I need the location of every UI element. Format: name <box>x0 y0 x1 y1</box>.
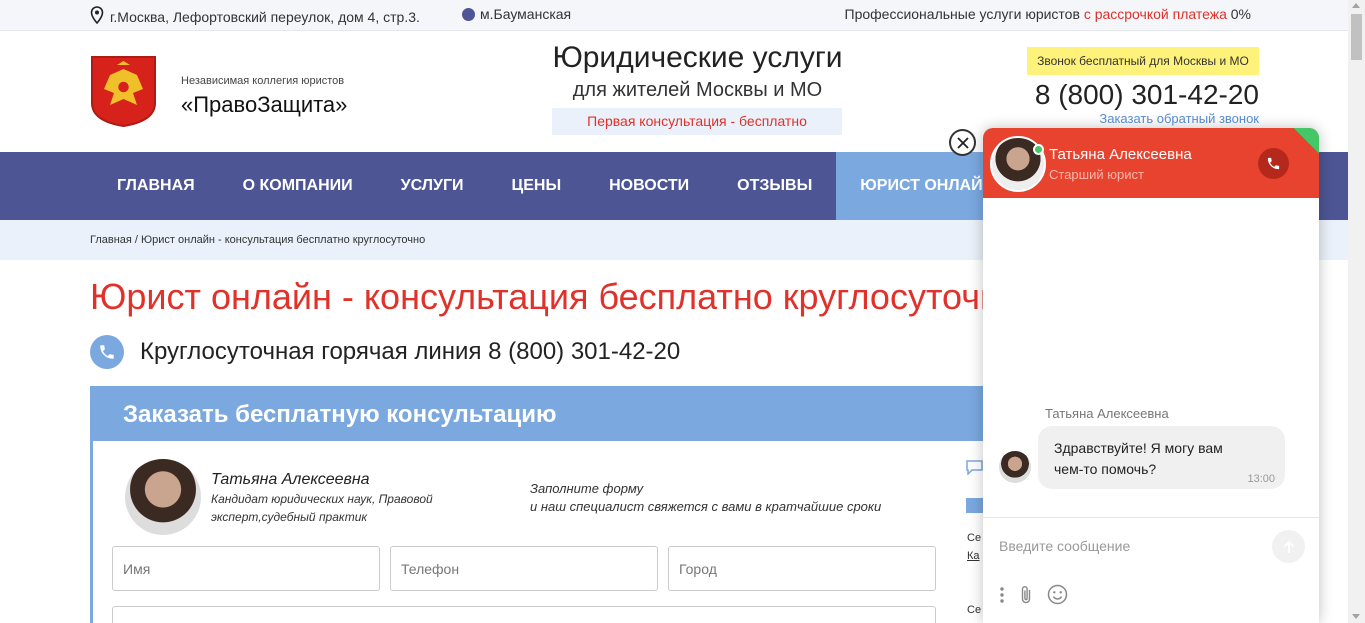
scroll-up-icon[interactable] <box>1352 3 1360 8</box>
attach-icon[interactable] <box>1019 585 1033 610</box>
page-title: Юрист онлайн - консультация бесплатно кр… <box>90 276 1020 317</box>
page-scrollbar[interactable] <box>1348 0 1365 623</box>
address: г.Москва, Лефортовский переулок, дом 4, … <box>90 6 420 27</box>
name-field[interactable]: Имя <box>112 546 380 591</box>
message-text: Здравствуйте! Я могу вам чем-то помочь? <box>1054 440 1223 477</box>
lawyer-name: Татьяна Алексеевна <box>211 471 370 488</box>
side-text-1: Се <box>967 532 982 544</box>
chat-toolbar <box>999 584 1068 610</box>
free-call-badge: Звонок бесплатный для Москвы и МО <box>1027 47 1259 75</box>
header-subtitle: для жителей Москвы и МО <box>572 79 823 101</box>
header-title: Юридические услуги <box>552 41 843 74</box>
form-heading: Заказать бесплатную консультацию <box>93 389 987 441</box>
call-icon <box>1267 157 1280 170</box>
chat-input-row: Введите сообщение <box>983 517 1319 575</box>
promo-suffix: 0% <box>1226 6 1251 22</box>
comment-icon[interactable] <box>966 460 983 480</box>
callback-link[interactable]: Заказать обратный звонок <box>1060 111 1259 126</box>
emoji-icon[interactable] <box>1047 584 1068 610</box>
form-note: Заполните форму и наш специалист свяжетс… <box>530 481 882 514</box>
org-subtitle: Независимая коллегия юристов <box>181 75 345 87</box>
promo-text: Профессиональные услуги юристов с рассро… <box>845 6 1252 22</box>
chat-close-button[interactable] <box>949 129 976 156</box>
hotline-text: Круглосуточная горячая линия 8 (800) 301… <box>140 338 681 365</box>
lawyer-avatar <box>125 459 201 535</box>
nav-item-services[interactable]: УСЛУГИ <box>377 152 488 220</box>
message-time: 13:00 <box>1247 473 1275 485</box>
side-text-3: Се <box>967 604 982 616</box>
metro: м.Бауманская <box>462 6 571 22</box>
chat-message-input[interactable]: Введите сообщение <box>999 538 1130 554</box>
lawyer-description: Кандидат юридических наук, Правовой эксп… <box>211 492 433 524</box>
agent-role: Старший юрист <box>1049 167 1144 182</box>
message-bubble: Здравствуйте! Я могу вам чем-то помочь? … <box>1038 426 1285 489</box>
city-field[interactable]: Город <box>668 546 936 591</box>
nav-item-reviews[interactable]: ОТЗЫВЫ <box>713 152 836 220</box>
call-button[interactable] <box>1258 148 1289 179</box>
message-field[interactable] <box>112 606 936 623</box>
free-consult-badge: Первая консультация - бесплатно <box>552 108 842 135</box>
phone-field[interactable]: Телефон <box>390 546 658 591</box>
breadcrumb-home[interactable]: Главная <box>90 234 132 246</box>
send-icon <box>1283 540 1294 553</box>
hotline: Круглосуточная горячая линия 8 (800) 301… <box>90 335 680 369</box>
nav-item-news[interactable]: НОВОСТИ <box>585 152 713 220</box>
close-icon <box>956 136 969 149</box>
header-phone[interactable]: 8 (800) 301-42-20 <box>1010 79 1259 111</box>
nav-item-about[interactable]: О КОМПАНИИ <box>219 152 377 220</box>
send-button[interactable] <box>1272 530 1305 563</box>
emblem-icon[interactable] <box>90 55 157 128</box>
more-icon[interactable] <box>999 586 1005 609</box>
promo-prefix: Профессиональные услуги юристов <box>844 6 1084 22</box>
metro-text: м.Бауманская <box>480 6 572 22</box>
scroll-thumb[interactable] <box>1351 14 1362 60</box>
online-status-icon <box>1033 144 1044 155</box>
side-text-2[interactable]: Ка <box>967 550 980 562</box>
phone-icon <box>90 335 124 369</box>
scroll-down-icon[interactable] <box>1352 614 1360 619</box>
message-author: Татьяна Алексеевна <box>1045 406 1169 421</box>
chat-header: Татьяна Алексеевна Старший юрист <box>983 128 1319 198</box>
agent-name: Татьяна Алексеевна <box>1049 146 1192 163</box>
top-info-bar: г.Москва, Лефортовский переулок, дом 4, … <box>0 0 1348 31</box>
consult-form: Заказать бесплатную консультацию Татьяна… <box>90 386 990 623</box>
map-pin-icon <box>90 6 104 27</box>
address-text: г.Москва, Лефортовский переулок, дом 4, … <box>110 8 420 25</box>
breadcrumb-separator: / <box>131 234 142 246</box>
status-corner <box>1293 128 1319 154</box>
metro-dot-icon <box>462 7 475 21</box>
chat-widget: Татьяна Алексеевна Старший юрист Татьяна… <box>983 128 1319 623</box>
message-avatar <box>999 451 1031 483</box>
breadcrumb-current: Юрист онлайн - консультация бесплатно кр… <box>141 234 426 246</box>
promo-highlight[interactable]: с рассрочкой платежа <box>1084 6 1227 22</box>
nav-item-prices[interactable]: ЦЕНЫ <box>488 152 586 220</box>
org-name[interactable]: «ПравоЗащита» <box>181 92 347 118</box>
nav-item-home[interactable]: ГЛАВНАЯ <box>93 152 219 220</box>
